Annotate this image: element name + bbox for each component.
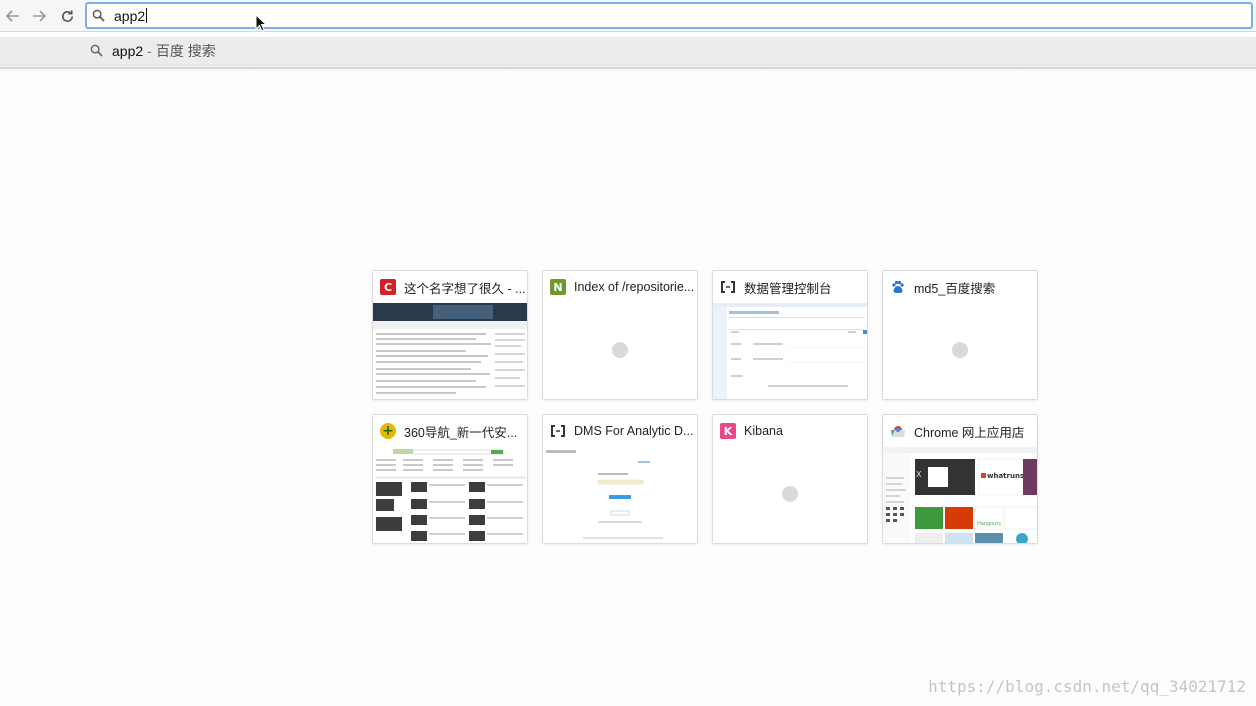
back-button[interactable] (2, 5, 24, 27)
tile-most-visited[interactable]: K Kibana (712, 414, 868, 544)
tile-thumbnail (543, 447, 697, 543)
tile-thumbnail (713, 303, 867, 399)
tile-thumbnail: X whatruns Hangouts (883, 447, 1037, 543)
svg-text:X: X (916, 470, 922, 479)
mouse-pointer-icon (255, 14, 268, 32)
search-icon (92, 8, 108, 24)
tile-thumbnail (373, 303, 527, 399)
tile-thumbnail (373, 447, 527, 543)
nexus-logo-icon: N (550, 279, 566, 295)
suggestion-item[interactable]: app2 - 百度 搜索 (85, 37, 216, 64)
svg-text:Hangouts: Hangouts (977, 521, 1001, 527)
suggestion-query: app2 (112, 42, 144, 59)
reload-icon (61, 9, 73, 22)
search-icon (90, 43, 106, 59)
placeholder-dot (612, 342, 628, 358)
suggestion-separator: - (147, 42, 152, 59)
svg-text:whatruns: whatruns (987, 472, 1024, 480)
browser-toolbar: app2 (0, 0, 1256, 32)
arrow-right-icon (33, 10, 46, 22)
tile-title: 这个名字想了很久 - ... (404, 281, 526, 296)
tile-title: md5_百度搜索 (914, 281, 996, 296)
most-visited-tiles: C 这个名字想了很久 - ... N Index of /repositorie… (372, 270, 1038, 544)
tile-most-visited[interactable]: C 这个名字想了很久 - ... (372, 270, 528, 400)
baidu-paw-icon (890, 279, 906, 295)
aliyun-logo-icon (550, 423, 566, 439)
address-input[interactable]: app2 (114, 8, 148, 24)
tile-most-visited[interactable]: 数据管理控制台 (712, 270, 868, 400)
reload-button[interactable] (56, 5, 78, 27)
suggestion-description: 百度 搜索 (155, 42, 216, 59)
arrow-left-icon (6, 10, 19, 22)
omnibox-suggestions: app2 - 百度 搜索 (0, 37, 1256, 64)
tile-title: Index of /repositorie... (574, 280, 695, 294)
dropdown-divider (0, 67, 1256, 69)
kibana-logo-icon: K (720, 423, 736, 439)
tile-most-visited[interactable]: md5_百度搜索 (882, 270, 1038, 400)
chrome-web-store-icon (890, 423, 906, 439)
placeholder-dot (782, 486, 798, 502)
tile-most-visited[interactable]: N Index of /repositorie... (542, 270, 698, 400)
tile-title: Kibana (744, 424, 783, 438)
tile-title: Chrome 网上应用店 (914, 425, 1025, 440)
forward-button[interactable] (28, 5, 50, 27)
tile-thumbnail (543, 303, 697, 399)
watermark-url: https://blog.csdn.net/qq_34021712 (928, 677, 1246, 696)
text-caret (146, 8, 148, 23)
aliyun-logo-icon (720, 279, 736, 295)
tile-most-visited[interactable]: DMS For Analytic D... (542, 414, 698, 544)
tile-thumbnail (883, 303, 1037, 399)
tile-most-visited[interactable]: Chrome 网上应用店 X whatruns Hangouts (882, 414, 1038, 544)
tile-most-visited[interactable]: + 360导航_新一代安... (372, 414, 528, 544)
tile-thumbnail (713, 447, 867, 543)
tile-title: DMS For Analytic D... (574, 424, 694, 438)
360-logo-icon: + (380, 423, 396, 439)
csdn-logo-icon: C (380, 279, 396, 295)
tile-title: 360导航_新一代安... (404, 425, 518, 440)
tile-title: 数据管理控制台 (744, 281, 832, 296)
placeholder-dot (952, 342, 968, 358)
